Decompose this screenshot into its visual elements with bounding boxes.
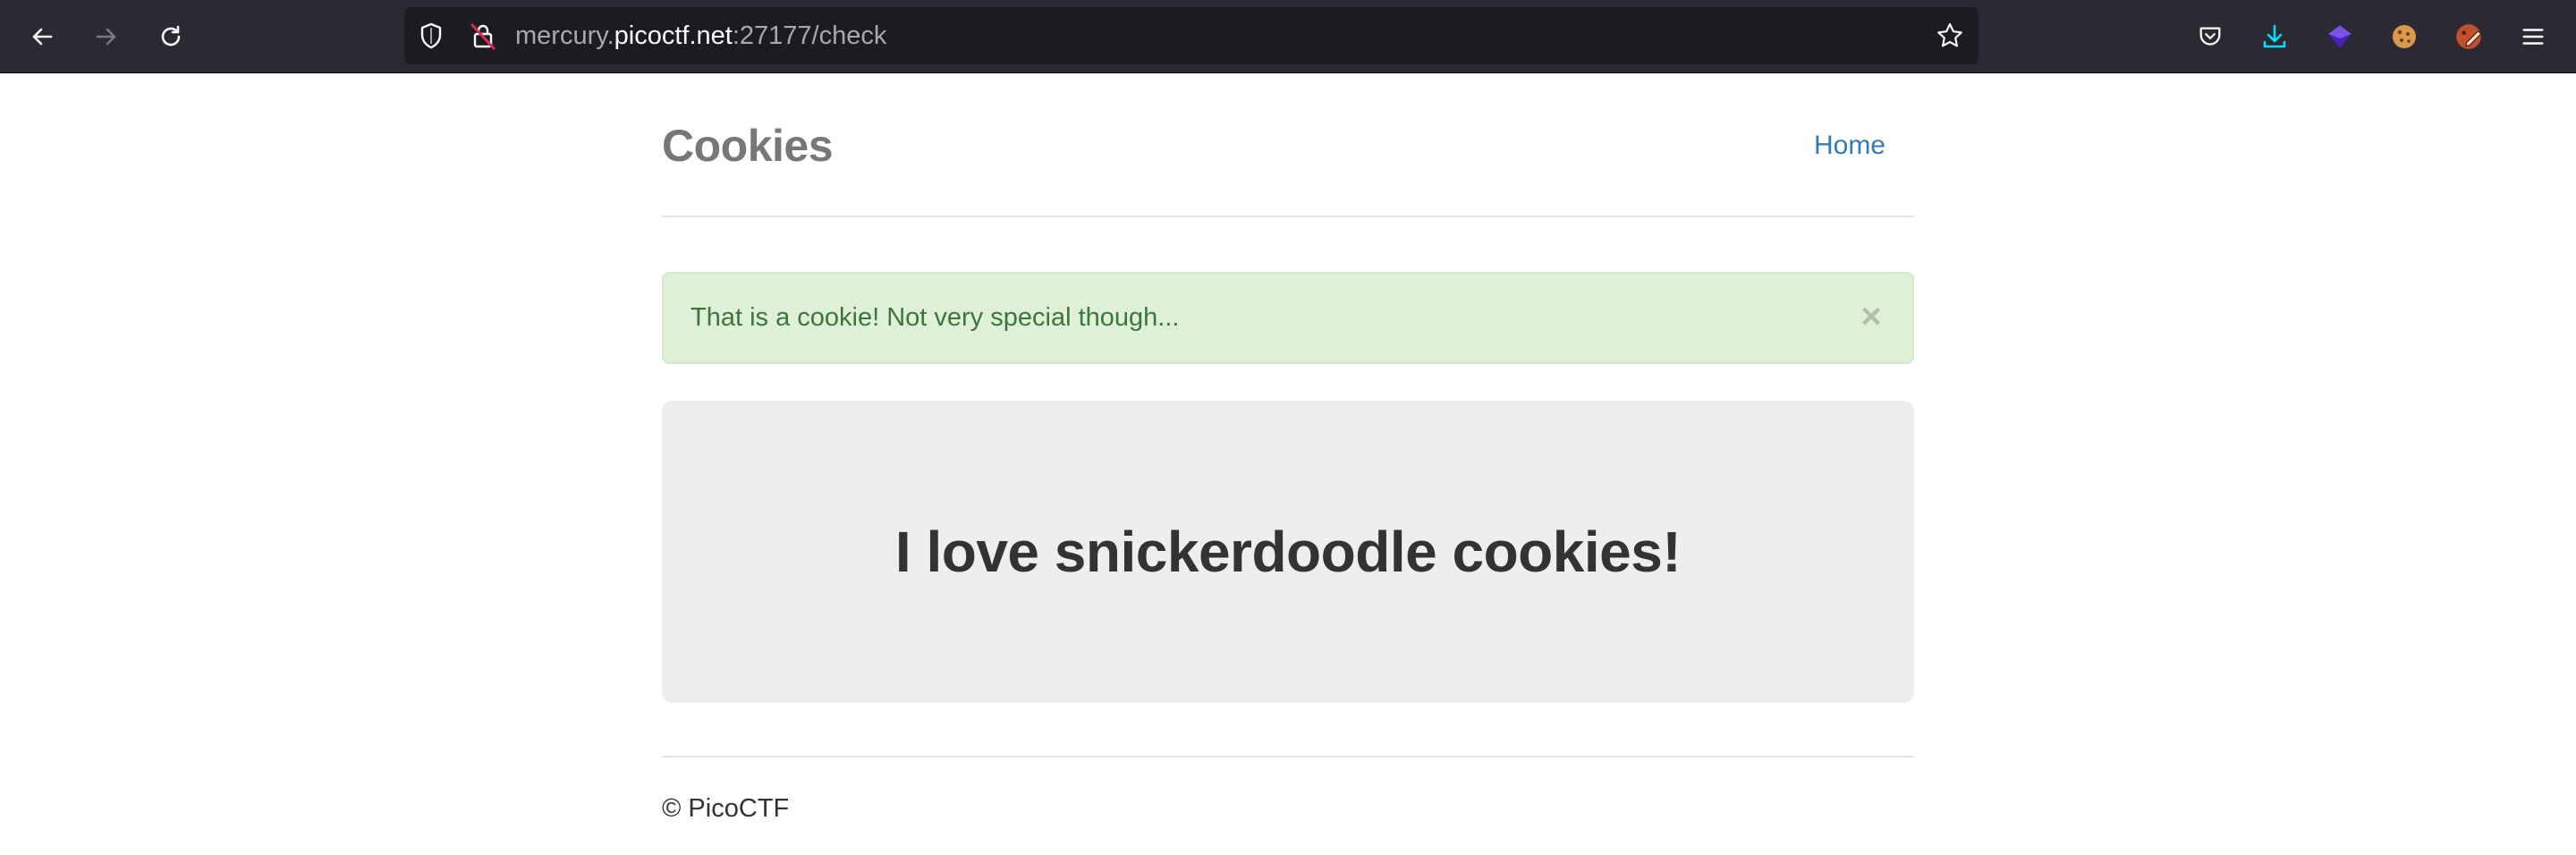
downloads-button[interactable] <box>2255 17 2294 56</box>
star-icon <box>1937 22 1962 47</box>
cookie-extension-icon <box>2393 25 2416 48</box>
extension-button-3[interactable] <box>2449 17 2488 56</box>
browser-toolbar: mercury.picoctf.net:27177/check <box>0 0 2576 73</box>
close-icon[interactable]: × <box>1855 299 1887 334</box>
jumbotron: I love snickerdoodle cookies! <box>662 401 1914 703</box>
extension-button-1[interactable] <box>2320 17 2360 56</box>
url-path: :27177/check <box>732 21 887 50</box>
bookmark-button[interactable] <box>1934 20 1966 52</box>
footer-copyright: © PicoCTF <box>662 794 790 823</box>
site-title: Cookies <box>662 121 834 171</box>
site-security-button[interactable] <box>469 21 497 50</box>
header-divider <box>662 216 1914 217</box>
forward-button[interactable] <box>85 15 128 58</box>
shield-icon <box>420 22 442 49</box>
success-alert: That is a cookie! Not very special thoug… <box>662 272 1914 364</box>
alert-message: That is a cookie! Not very special thoug… <box>691 303 1180 332</box>
url-domain: picoctf.net <box>614 21 733 50</box>
hamburger-menu-icon <box>2522 29 2544 45</box>
back-button[interactable] <box>21 15 64 58</box>
pocket-icon <box>2199 27 2221 46</box>
reload-button[interactable] <box>149 15 192 58</box>
purple-gem-extension-icon <box>2328 25 2351 48</box>
extension-button-2[interactable] <box>2385 17 2424 56</box>
cookie-editor-extension-icon <box>2456 24 2482 49</box>
insecure-lock-icon <box>470 23 496 50</box>
nav-home-link[interactable]: Home <box>1814 131 1885 161</box>
url-subdomain: mercury. <box>515 21 614 50</box>
pocket-button[interactable] <box>2190 17 2230 56</box>
back-arrow-icon <box>32 28 53 46</box>
app-menu-button[interactable] <box>2513 17 2553 56</box>
footer-divider <box>662 756 1914 758</box>
jumbotron-heading: I love snickerdoodle cookies! <box>894 520 1682 584</box>
url-text[interactable]: mercury.picoctf.net:27177/check <box>515 7 886 64</box>
tracking-protection-button[interactable] <box>417 21 445 50</box>
address-bar[interactable]: mercury.picoctf.net:27177/check <box>404 7 1979 64</box>
download-icon <box>2263 24 2286 48</box>
reload-icon <box>161 25 181 47</box>
forward-arrow-icon <box>96 28 116 46</box>
